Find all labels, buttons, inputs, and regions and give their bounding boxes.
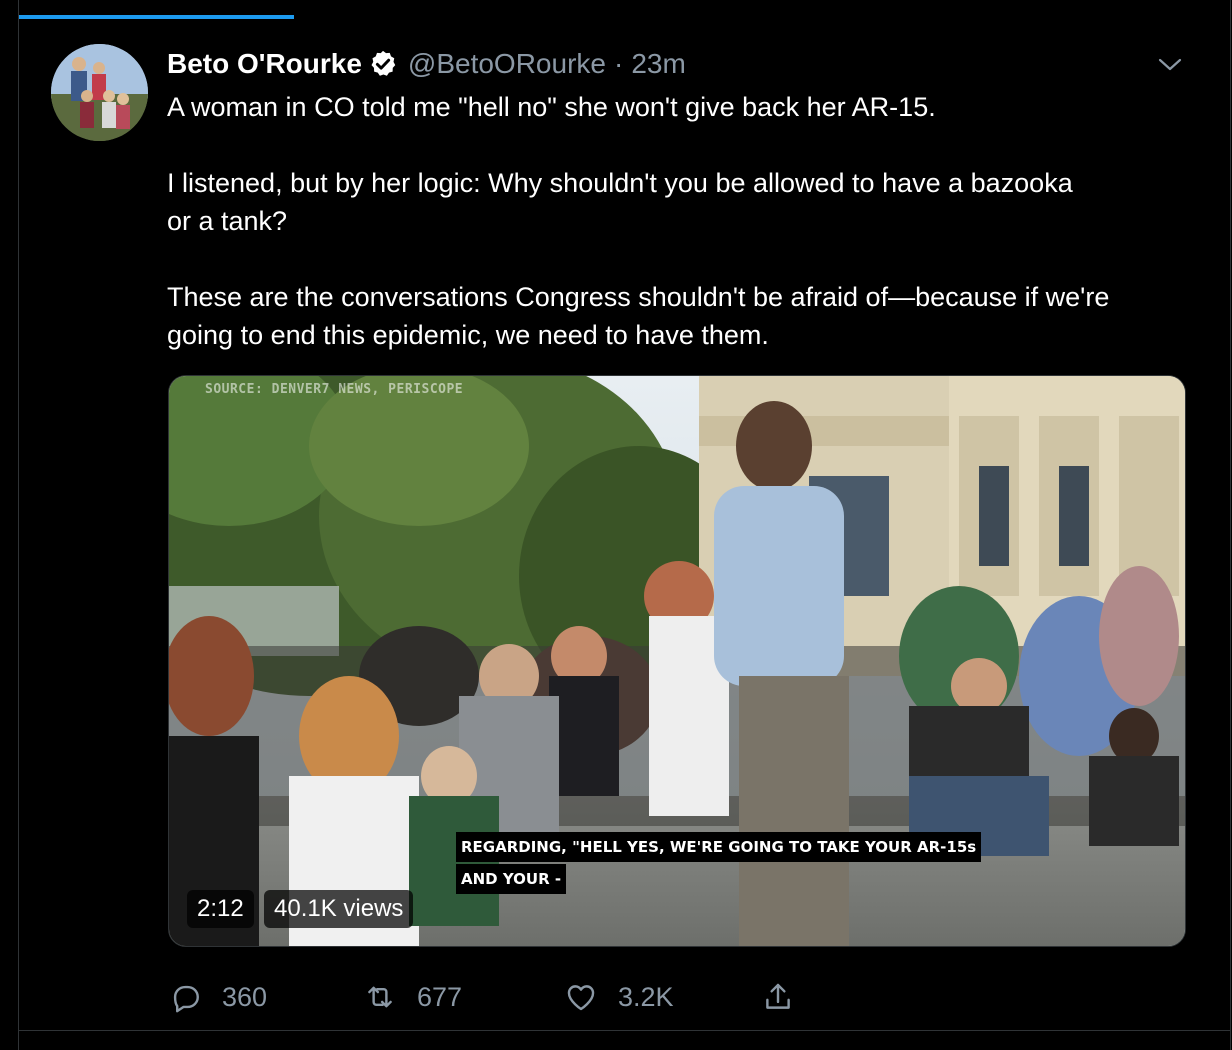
tweet-paragraph: A woman in CO told me "hell no" she won'…	[167, 92, 936, 122]
tweet-view: Beto O'Rourke @BetoORourke · 23m A woman…	[0, 0, 1232, 1050]
author-name[interactable]: Beto O'Rourke	[167, 48, 362, 80]
video-player[interactable]: SOURCE: DENVER7 NEWS, PERISCOPE REGARDIN…	[168, 375, 1186, 947]
reply-button[interactable]: 360	[168, 975, 267, 1019]
share-button[interactable]	[761, 975, 795, 1019]
verified-badge-icon	[368, 49, 398, 79]
retweet-count: 677	[417, 981, 463, 1012]
video-duration: 2:12	[187, 890, 254, 928]
video-source-label: SOURCE: DENVER7 NEWS, PERISCOPE	[205, 382, 464, 397]
like-button[interactable]: 3.2K	[564, 975, 674, 1019]
tweet-body: A woman in CO told me "hell no" she won'…	[167, 88, 1187, 354]
retweet-icon	[368, 986, 392, 1008]
column-border-left	[18, 0, 19, 1050]
tweet-paragraph: These are the conversations Congress sho…	[167, 282, 1110, 350]
active-tab-indicator	[19, 15, 294, 19]
tweet-paragraph: I listened, but by her logic: Why should…	[167, 168, 1073, 236]
caption-line: REGARDING, "HELL YES, WE'RE GOING TO TAK…	[456, 832, 982, 862]
video-caption: REGARDING, "HELL YES, WE'RE GOING TO TAK…	[456, 832, 982, 896]
like-count: 3.2K	[618, 981, 674, 1012]
share-icon	[766, 983, 790, 1009]
column-border-right	[1230, 0, 1231, 1050]
reply-icon	[173, 985, 199, 1013]
tweet-timestamp[interactable]: 23m	[631, 48, 685, 80]
author-avatar[interactable]	[51, 44, 148, 141]
reply-count: 360	[222, 981, 268, 1012]
chevron-down-icon[interactable]	[1155, 50, 1185, 80]
caption-line: AND YOUR -	[456, 864, 567, 894]
retweet-button[interactable]: 677	[363, 975, 462, 1019]
header-separator: ·	[613, 48, 624, 79]
tweet-header: Beto O'Rourke @BetoORourke · 23m	[167, 44, 686, 84]
avatar-photo	[51, 44, 148, 141]
author-handle[interactable]: @BetoORourke	[408, 48, 606, 80]
heart-icon	[567, 985, 595, 1011]
tweet-divider	[19, 1030, 1230, 1031]
tweet-actions: 360 677 3.2K	[168, 975, 868, 1019]
video-view-count: 40.1K views	[264, 890, 414, 928]
